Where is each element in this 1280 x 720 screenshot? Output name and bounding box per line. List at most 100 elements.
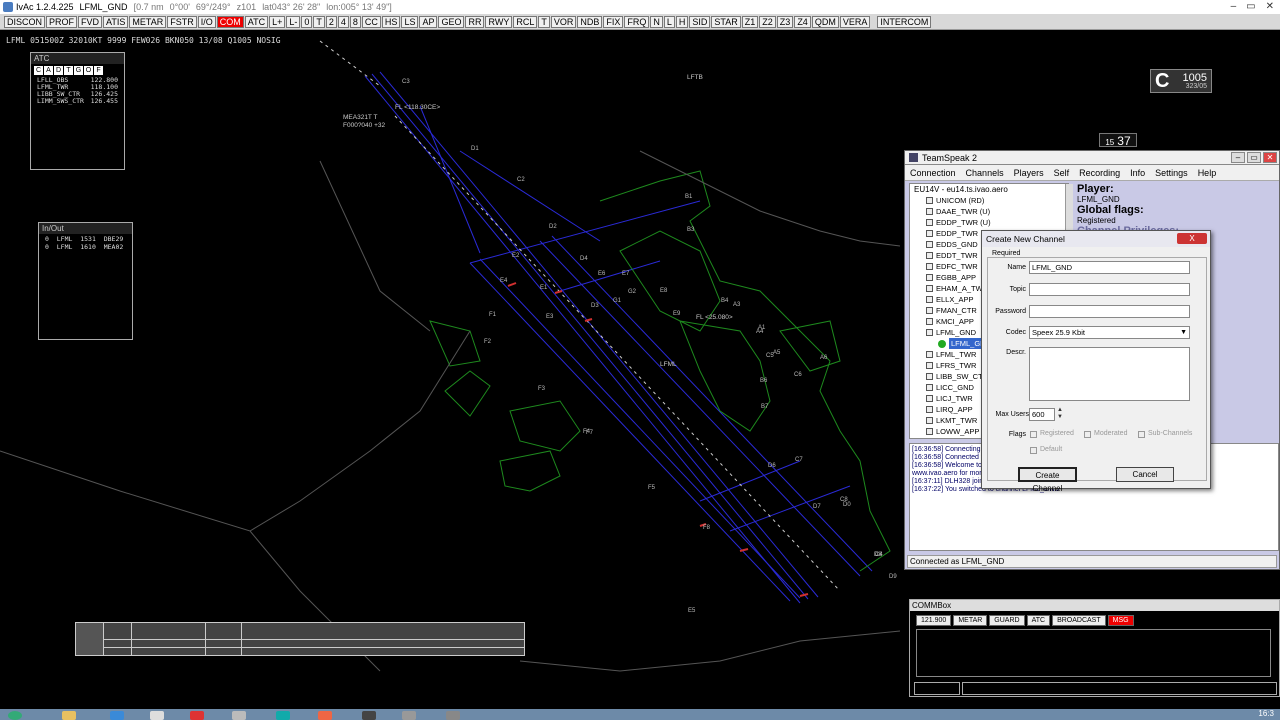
toolbar-button[interactable]: 2 <box>325 15 337 28</box>
ts-menu-item[interactable]: Players <box>1009 168 1049 178</box>
codec-select[interactable]: Speex 25.9 Kbit ▼ <box>1029 326 1190 339</box>
ts-minimize-icon[interactable]: – <box>1231 152 1245 163</box>
toolbar-button[interactable]: HS <box>381 15 401 28</box>
atc-filter-tab[interactable]: F <box>94 66 104 75</box>
toolbar-button[interactable]: AP <box>419 15 438 28</box>
start-icon[interactable] <box>8 711 22 720</box>
dialog-close-button[interactable]: X <box>1177 233 1207 244</box>
toolbar-button[interactable]: 0 <box>301 15 313 28</box>
toolbar-button[interactable]: RWY <box>485 15 513 28</box>
ts-maximize-icon[interactable]: ▭ <box>1247 152 1261 163</box>
toolbar-button[interactable]: ATIS <box>103 15 129 28</box>
create-channel-button[interactable]: Create Channel <box>1018 467 1077 493</box>
app-icon-2[interactable] <box>318 711 332 720</box>
comm-tab[interactable]: 121.900 <box>916 615 952 626</box>
description-field[interactable] <box>1029 347 1190 401</box>
atc-filter-tab[interactable]: G <box>74 66 84 75</box>
ts-menu-item[interactable]: Self <box>1049 168 1075 178</box>
toolbar-button[interactable]: SID <box>689 15 711 28</box>
chrome-icon[interactable] <box>190 711 204 720</box>
toolbar-button[interactable]: GEO <box>438 15 465 28</box>
toolbar-button[interactable]: L <box>663 15 675 28</box>
comm-tab[interactable]: ATC <box>1026 615 1051 626</box>
atc-row[interactable]: LIMM_SWS_CTR 126.455 <box>31 98 124 105</box>
toolbar-button[interactable]: FIX <box>603 15 624 28</box>
ts-menu-item[interactable]: Channels <box>961 168 1009 178</box>
commbox-message-input[interactable] <box>962 682 1277 695</box>
toolbar-button[interactable]: VOR <box>550 15 577 28</box>
window-icon[interactable] <box>232 711 246 720</box>
toolbar-button[interactable]: RR <box>465 15 485 28</box>
explorer-icon[interactable] <box>62 711 76 720</box>
toolbar-button[interactable]: VERA <box>839 15 871 28</box>
commbox-prefix-input[interactable] <box>914 682 960 695</box>
toolbar-button[interactable]: FVD <box>78 15 103 28</box>
atc-filter-tab[interactable]: T <box>64 66 74 75</box>
toolbar-button[interactable]: FSTR <box>167 15 197 28</box>
toolbar-button[interactable]: COM <box>216 15 244 28</box>
toolbar-button[interactable]: Z4 <box>794 15 811 28</box>
atc-filter-tab[interactable]: D <box>54 66 64 75</box>
close-icon[interactable]: ✕ <box>1266 1 1274 12</box>
channel-item[interactable]: DAAE_TWR (U) <box>910 206 1068 217</box>
intercom-button[interactable]: INTERCOM <box>877 15 932 28</box>
topic-field[interactable] <box>1029 283 1190 296</box>
toolbar-button[interactable]: PROF <box>46 15 78 28</box>
toolbar-button[interactable]: H <box>675 15 689 28</box>
pen-icon[interactable] <box>150 711 164 720</box>
toolbar-button[interactable]: Z3 <box>776 15 794 28</box>
comm-tab[interactable]: GUARD <box>989 615 1025 626</box>
toolbar-button[interactable]: FRQ <box>624 15 650 28</box>
ts-menu-item[interactable]: Recording <box>1074 168 1125 178</box>
inout-row[interactable]: 0 LFML 1610 MEA02 <box>39 242 132 251</box>
toolbar-button[interactable]: 8 <box>349 15 361 28</box>
toolbar-button[interactable]: RCL <box>513 15 538 28</box>
server-node[interactable]: EU14V - eu14.ts.ivao.aero <box>910 184 1068 195</box>
maxusers-field[interactable]: 600 <box>1029 408 1055 421</box>
ts-menu-item[interactable]: Help <box>1193 168 1222 178</box>
app-icon-3[interactable] <box>362 711 376 720</box>
minimize-icon[interactable]: – <box>1231 1 1237 12</box>
ts-menu-item[interactable]: Settings <box>1150 168 1193 178</box>
toolbar-button[interactable]: T <box>313 15 325 28</box>
toolbar-button[interactable]: STAR <box>711 15 741 28</box>
toolbar-button[interactable]: N <box>650 15 663 28</box>
channel-item[interactable]: UNICOM (RD) <box>910 195 1068 206</box>
subchannels-checkbox[interactable] <box>1138 431 1145 438</box>
atc-list-panel[interactable]: ATC CADTGOF LFLL_OBS 122.800 LFML_TWR 118.1… <box>30 52 125 170</box>
toolbar-button[interactable]: L+ <box>269 15 286 28</box>
ts-close-icon[interactable]: ✕ <box>1263 152 1277 163</box>
toolbar-button[interactable]: LS <box>401 15 419 28</box>
toolbar-button[interactable]: METAR <box>129 15 167 28</box>
comm-tab[interactable]: BROADCAST <box>1052 615 1106 626</box>
atc-filter-tab[interactable]: O <box>84 66 94 75</box>
toolbar-button[interactable]: 4 <box>337 15 349 28</box>
toolbar-button[interactable]: I/O <box>197 15 216 28</box>
skype-icon[interactable] <box>276 711 290 720</box>
atc-filter-tab[interactable]: C <box>34 66 44 75</box>
comm-tab[interactable]: METAR <box>953 615 988 626</box>
inout-panel[interactable]: In/Out 0 LFML 1531 DBE29 0 LFML 1610 MEA0… <box>38 222 133 340</box>
ts-menu-item[interactable]: Info <box>1125 168 1150 178</box>
ts-menu-item[interactable]: Connection <box>905 168 961 178</box>
moderated-checkbox[interactable] <box>1084 431 1091 438</box>
toolbar-button[interactable]: ATC <box>244 15 269 28</box>
registered-checkbox[interactable] <box>1030 431 1037 438</box>
toolbar-button[interactable]: L- <box>286 15 301 28</box>
toolbar-button[interactable]: DISCON <box>4 15 46 28</box>
flight-strip[interactable] <box>75 622 525 656</box>
comm-tab[interactable]: MSG <box>1107 615 1134 626</box>
name-field[interactable]: LFML_GND <box>1029 261 1190 274</box>
app-icon-4[interactable] <box>402 711 416 720</box>
maximize-icon[interactable]: ▭ <box>1246 1 1255 12</box>
inout-row[interactable]: 0 LFML 1531 DBE29 <box>39 234 132 243</box>
toolbar-button[interactable]: NDB <box>577 15 603 28</box>
password-field[interactable] <box>1029 305 1190 318</box>
default-checkbox[interactable] <box>1030 447 1037 454</box>
channel-item[interactable]: EDDP_TWR (U) <box>910 217 1068 228</box>
cancel-button[interactable]: Cancel <box>1116 467 1174 482</box>
toolbar-button[interactable]: Z2 <box>759 15 776 28</box>
atc-filter-tab[interactable]: A <box>44 66 54 75</box>
toolbar-button[interactable]: QDM <box>811 15 839 28</box>
ie-icon[interactable] <box>110 711 124 720</box>
